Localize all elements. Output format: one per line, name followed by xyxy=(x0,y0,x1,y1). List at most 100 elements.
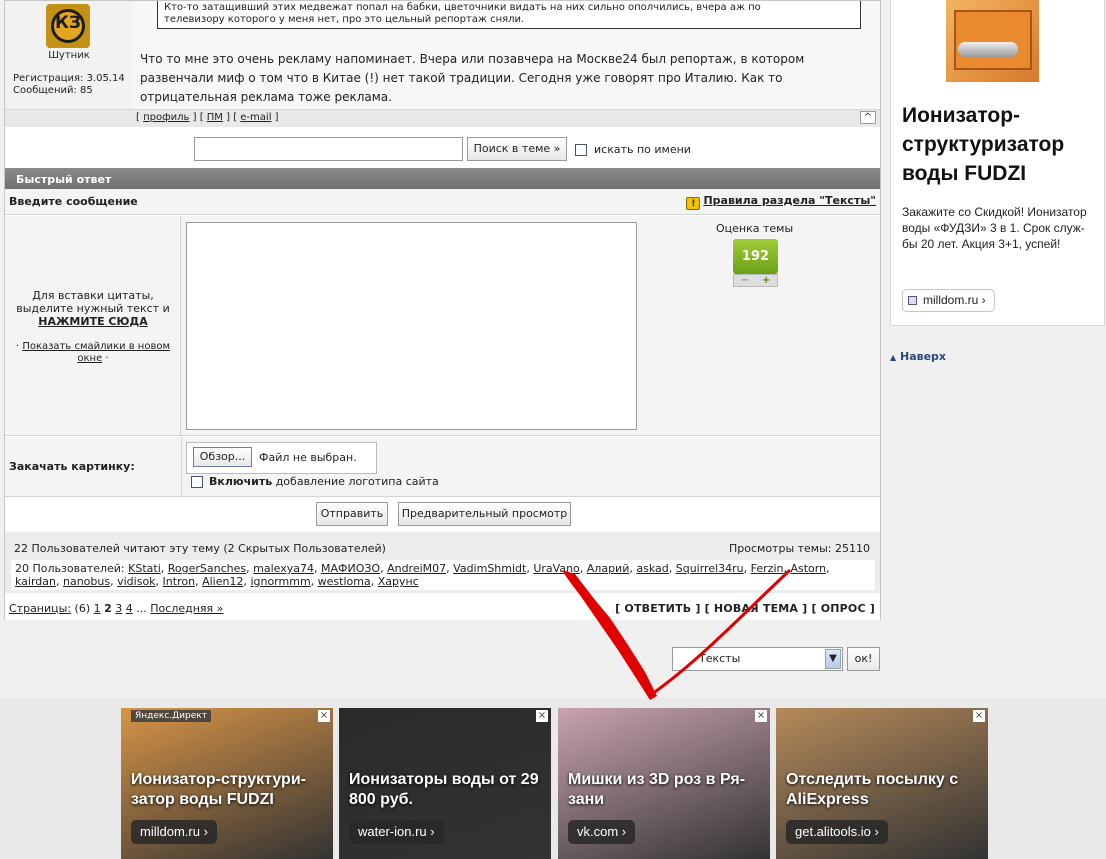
reader-user-link[interactable]: UraVano xyxy=(533,562,579,575)
author-registration: Регистрация: 3.05.14 xyxy=(13,73,125,84)
close-icon[interactable]: × xyxy=(536,710,548,722)
readers-list: 20 Пользователей: KStati, RogerSanches, … xyxy=(11,560,875,590)
image-upload: Закачать картинку: Обзор... Файл не выбр… xyxy=(5,437,880,497)
poll-button[interactable]: [ ОПРОС ] xyxy=(811,602,875,615)
bottom-ad-card[interactable]: × Ионизаторы воды от 29 800 руб. water-ion… xyxy=(339,708,551,859)
bottom-ad-link[interactable]: vk.com › xyxy=(568,820,636,844)
reader-user-link[interactable]: Ferzin xyxy=(751,562,784,575)
bottom-ad-title: Отследить посылку с AliExpress xyxy=(786,771,959,808)
quote-line: Кто-то затащивший этих медвежат попал на… xyxy=(164,2,761,13)
bottom-ad-card[interactable]: × Отследить посылку с AliExpress get.alito… xyxy=(776,708,988,859)
close-icon[interactable]: × xyxy=(755,710,767,722)
bottom-ad-card[interactable]: Яндекс.Директ × Ионизатор-структури-затор … xyxy=(121,708,333,859)
quote-line: телевизору которого у меня нет, про это … xyxy=(164,14,525,25)
search-by-name-checkbox[interactable] xyxy=(575,144,587,156)
bottom-ad-title: Ионизаторы воды от 29 800 руб. xyxy=(349,771,539,808)
product-bottle-image xyxy=(958,42,1018,57)
no-file-label: Файл не выбран. xyxy=(259,451,357,464)
rules-block: ! Правила раздела "Тексты" xyxy=(686,194,876,210)
rating-label: Оценка темы xyxy=(716,222,794,235)
rating-plus-button[interactable]: + xyxy=(762,275,770,286)
last-page-link[interactable]: Последняя » xyxy=(150,602,223,615)
browse-button[interactable]: Обзор... xyxy=(193,447,252,467)
reader-user-link[interactable]: askad xyxy=(636,562,668,575)
pm-link[interactable]: ПМ xyxy=(207,112,223,123)
reader-user-link[interactable]: Аларий xyxy=(587,562,630,575)
topic-search-input[interactable] xyxy=(194,137,463,161)
avatar-letters: КЗ xyxy=(55,13,81,33)
logo-checkbox[interactable] xyxy=(191,476,203,488)
reader-user-link[interactable]: malexya74 xyxy=(253,562,314,575)
post-quote: Кто-то затащивший этих медвежат попал на… xyxy=(157,1,861,29)
reader-user-link[interactable]: KStati xyxy=(128,562,161,575)
pagination: Страницы: (6) 1 2 3 4 ... Последняя » xyxy=(9,602,223,615)
reader-user-link[interactable]: westloma xyxy=(318,575,371,588)
back-to-top-link[interactable]: ▲ Наверх xyxy=(890,350,946,363)
reader-user-link[interactable]: Alien12 xyxy=(202,575,243,588)
logo-label-bold: Включить xyxy=(209,475,273,488)
message-header: Введите сообщение ! Правила раздела "Текс… xyxy=(5,189,880,215)
profile-link[interactable]: профиль xyxy=(143,112,189,123)
bottom-ad-link[interactable]: milldom.ru › xyxy=(131,820,217,844)
author-name: Шутник xyxy=(48,50,90,61)
message-area: Для вставки цитаты, выделите нужный текс… xyxy=(5,216,880,436)
quote-hint: Для вставки цитаты, выделите нужный текс… xyxy=(9,289,177,328)
forum-jump-select[interactable]: Тексты ▼ xyxy=(672,647,843,671)
close-icon[interactable]: × xyxy=(318,710,330,722)
arrow-up-icon: ▲ xyxy=(890,353,897,362)
reader-user-link[interactable]: Intron xyxy=(163,575,196,588)
quote-click-link[interactable]: НАЖМИТЕ СЮДА xyxy=(9,315,177,328)
scroll-up-button[interactable]: ^ xyxy=(859,111,876,124)
pages-label[interactable]: Страницы: xyxy=(9,602,71,615)
topic-views: Просмотры темы: 25110 xyxy=(729,542,870,555)
user-avatar[interactable]: КЗ xyxy=(46,4,90,48)
reader-user-link[interactable]: VadimShmidt xyxy=(453,562,526,575)
reader-user-link[interactable]: vidisok xyxy=(117,575,155,588)
page-current: 2 xyxy=(104,602,112,615)
message-textarea[interactable] xyxy=(186,222,637,430)
email-link[interactable]: e-mail xyxy=(240,112,271,123)
author-messages: Сообщений: 85 xyxy=(13,85,93,96)
quote-hint-text: Для вставки цитаты, выделите нужный текс… xyxy=(16,289,170,315)
reader-user-link[interactable]: kairdan xyxy=(15,575,56,588)
chevron-down-icon: ▼ xyxy=(825,649,841,669)
pages-ellipsis: ... xyxy=(136,602,147,615)
bottom-ad-link[interactable]: get.alitools.io › xyxy=(786,820,888,844)
side-ad[interactable]: Ионизатор-структуризатор воды FUDZI Зака… xyxy=(890,0,1105,326)
back-to-top-label: Наверх xyxy=(900,350,947,363)
bottom-ad-link[interactable]: water-ion.ru › xyxy=(349,820,444,844)
reader-user-link[interactable]: Squirrel34ru xyxy=(676,562,744,575)
preview-button[interactable]: Предварительный просмотр xyxy=(398,502,571,526)
new-topic-button[interactable]: [ НОВАЯ ТЕМА ] xyxy=(705,602,808,615)
reader-user-link[interactable]: nanobus xyxy=(63,575,110,588)
side-ad-title[interactable]: Ионизатор-структуризатор воды FUDZI xyxy=(902,101,1102,188)
smiles-block: · Показать смайлики в новом окне · xyxy=(15,341,171,364)
reader-user-link[interactable]: RogerSanches xyxy=(168,562,246,575)
search-by-name-label: искать по имени xyxy=(594,143,691,156)
section-rules-link[interactable]: Правила раздела "Тексты" xyxy=(703,194,876,207)
reader-user-link[interactable]: Astorn xyxy=(790,562,826,575)
reader-user-link[interactable]: ignormmm xyxy=(250,575,310,588)
rating-minus-button[interactable]: − xyxy=(741,275,749,286)
reader-user-link[interactable]: AndreiM07 xyxy=(387,562,446,575)
page-link[interactable]: 3 xyxy=(115,602,122,615)
reader-user-link[interactable]: Харунс xyxy=(378,575,419,588)
send-button[interactable]: Отправить xyxy=(316,502,388,526)
bottom-ad-card[interactable]: × Мишки из 3D роз в Ря-зани vk.com › xyxy=(558,708,770,859)
reader-user-link[interactable]: МАФИОЗО xyxy=(321,562,380,575)
divider xyxy=(181,437,182,497)
reply-button[interactable]: [ ОТВЕТИТЬ ] xyxy=(615,602,700,615)
page-link[interactable]: 1 xyxy=(94,602,101,615)
readers-prefix: 20 Пользователей: xyxy=(15,562,125,575)
show-smiles-link[interactable]: Показать смайлики в новом окне xyxy=(22,341,170,364)
rating-value: 192 xyxy=(733,239,778,274)
close-icon[interactable]: × xyxy=(973,710,985,722)
forum-jump-go-button[interactable]: ок! xyxy=(847,647,880,671)
side-ad-link[interactable]: milldom.ru › xyxy=(902,289,995,312)
page-link[interactable]: 4 xyxy=(126,602,133,615)
topic-search: Поиск в теме » искать по имени xyxy=(5,128,880,168)
post-links: [ профиль ] [ ПМ ] [ e-mail ] xyxy=(136,112,279,123)
topic-search-button[interactable]: Поиск в теме » xyxy=(467,137,567,161)
warning-icon: ! xyxy=(686,197,701,210)
bottom-ad-title: Ионизатор-структури-затор воды FUDZI xyxy=(131,771,306,808)
